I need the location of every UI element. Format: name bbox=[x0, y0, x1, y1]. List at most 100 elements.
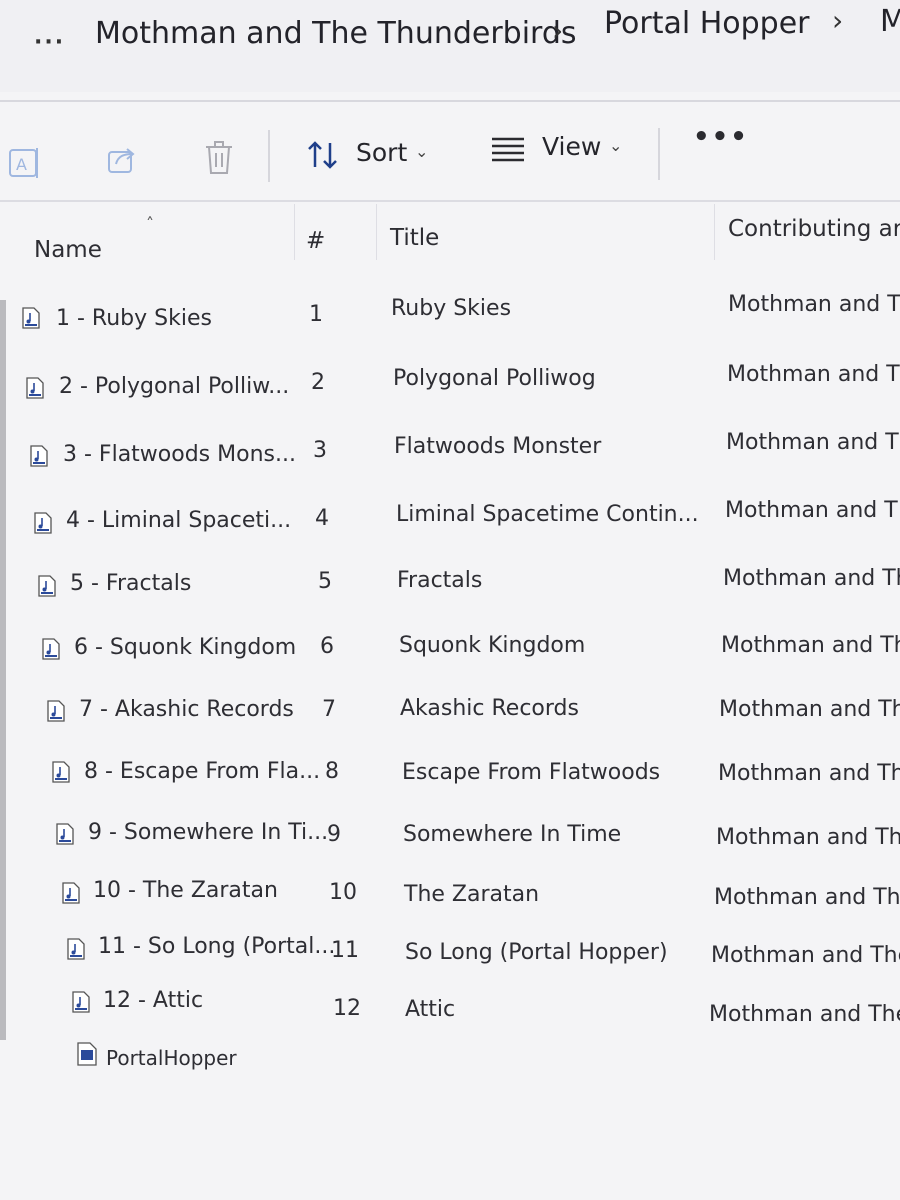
column-separator[interactable] bbox=[294, 204, 295, 260]
breadcrumb-overflow-button[interactable]: ··· bbox=[34, 30, 65, 55]
contributing-artist: Mothman and Th bbox=[723, 566, 900, 591]
track-title: Polygonal Polliwog bbox=[393, 366, 596, 391]
column-header-contributing-artists[interactable]: Contributing ar bbox=[728, 216, 900, 242]
music-file-icon bbox=[62, 882, 80, 904]
track-title: Attic bbox=[405, 997, 456, 1022]
file-name[interactable]: 8 - Escape From Fla... bbox=[84, 759, 320, 784]
music-file-icon bbox=[72, 991, 90, 1013]
chevron-down-icon: ⌄ bbox=[609, 136, 623, 155]
track-number: 7 bbox=[322, 697, 336, 722]
table-row[interactable]: 12 - Attic 12 Attic Mothman and The bbox=[0, 988, 900, 1048]
track-number: 4 bbox=[315, 506, 329, 531]
view-button[interactable]: View bbox=[542, 132, 601, 161]
file-name[interactable]: 3 - Flatwoods Mons... bbox=[63, 442, 296, 467]
track-title: Escape From Flatwoods bbox=[402, 760, 661, 785]
music-file-icon bbox=[30, 445, 48, 467]
track-number: 1 bbox=[309, 302, 323, 327]
file-name[interactable]: PortalHopper bbox=[106, 1046, 237, 1070]
music-file-icon bbox=[42, 638, 60, 660]
column-header-name[interactable]: Name bbox=[34, 237, 102, 263]
music-file-icon bbox=[26, 377, 44, 399]
sort-ascending-indicator-icon: ˄ bbox=[146, 214, 154, 233]
music-file-icon bbox=[47, 700, 65, 722]
svg-text:A: A bbox=[16, 155, 27, 174]
contributing-artist: Mothman and T bbox=[727, 362, 900, 387]
trash-icon[interactable] bbox=[204, 140, 234, 180]
view-lines-icon[interactable] bbox=[490, 136, 526, 166]
track-title: Akashic Records bbox=[400, 696, 579, 721]
sort-arrows-icon[interactable] bbox=[306, 140, 340, 174]
contributing-artist: Mothman and T bbox=[728, 292, 900, 317]
table-row[interactable]: PortalHopper bbox=[0, 1040, 900, 1100]
table-row[interactable]: 4 - Liminal Spaceti... 4 Liminal Spaceti… bbox=[0, 498, 900, 560]
sort-button[interactable]: Sort bbox=[356, 138, 407, 167]
divider bbox=[0, 100, 900, 102]
column-header-title[interactable]: Title bbox=[390, 225, 439, 251]
file-name[interactable]: 1 - Ruby Skies bbox=[56, 306, 212, 331]
table-row[interactable]: 10 - The Zaratan 10 The Zaratan Mothman … bbox=[0, 878, 900, 938]
track-number: 5 bbox=[318, 569, 332, 594]
contributing-artist: Mothman and T bbox=[725, 498, 898, 523]
file-name[interactable]: 11 - So Long (Portal... bbox=[98, 934, 335, 959]
contributing-artist: Mothman and T bbox=[726, 430, 899, 455]
file-name[interactable]: 9 - Somewhere In Ti... bbox=[88, 820, 328, 845]
contributing-artist: Mothman and The bbox=[711, 943, 900, 968]
contributing-artist: Mothman and The bbox=[718, 761, 900, 786]
contributing-artist: Mothman and Th bbox=[719, 697, 900, 722]
table-row[interactable]: 7 - Akashic Records 7 Akashic Records Mo… bbox=[0, 693, 900, 753]
column-header-number[interactable]: # bbox=[306, 228, 325, 254]
track-number: 2 bbox=[311, 370, 325, 395]
file-name[interactable]: 4 - Liminal Spaceti... bbox=[66, 508, 291, 533]
track-title: Ruby Skies bbox=[391, 296, 512, 321]
track-number: 8 bbox=[325, 759, 339, 784]
table-row[interactable]: 5 - Fractals 5 Fractals Mothman and Th bbox=[0, 565, 900, 625]
table-row[interactable]: 2 - Polygonal Polliw... 2 Polygonal Poll… bbox=[0, 360, 900, 420]
track-title: Somewhere In Time bbox=[403, 822, 622, 847]
music-file-icon bbox=[56, 823, 74, 845]
chevron-right-icon: › bbox=[832, 4, 844, 37]
track-title: So Long (Portal Hopper) bbox=[405, 940, 668, 965]
track-number: 11 bbox=[331, 938, 359, 963]
track-number: 12 bbox=[333, 996, 361, 1021]
file-name[interactable]: 7 - Akashic Records bbox=[79, 697, 294, 722]
music-file-icon bbox=[52, 761, 70, 783]
rename-icon[interactable]: A bbox=[8, 146, 42, 184]
contributing-artist: Mothman and The bbox=[714, 885, 900, 910]
breadcrumb-item-next[interactable]: M bbox=[880, 4, 900, 39]
music-file-icon bbox=[67, 938, 85, 960]
breadcrumb-item-album[interactable]: Portal Hopper bbox=[604, 6, 810, 41]
track-title: The Zaratan bbox=[404, 882, 540, 907]
table-row[interactable]: 3 - Flatwoods Mons... 3 Flatwoods Monste… bbox=[0, 430, 900, 490]
table-row[interactable]: 6 - Squonk Kingdom 6 Squonk Kingdom Moth… bbox=[0, 630, 900, 690]
music-file-icon bbox=[38, 575, 56, 597]
file-name[interactable]: 12 - Attic bbox=[103, 988, 203, 1013]
track-title: Liminal Spacetime Contin... bbox=[396, 502, 699, 527]
track-title: Flatwoods Monster bbox=[394, 434, 602, 459]
table-row[interactable]: 11 - So Long (Portal... 11 So Long (Port… bbox=[0, 934, 900, 994]
image-file-icon bbox=[77, 1042, 97, 1066]
music-file-icon bbox=[34, 512, 52, 534]
column-separator[interactable] bbox=[714, 204, 715, 260]
chevron-right-icon: › bbox=[552, 14, 564, 47]
column-separator[interactable] bbox=[376, 204, 377, 260]
track-number: 3 bbox=[313, 438, 327, 463]
share-icon[interactable] bbox=[106, 142, 138, 180]
track-title: Fractals bbox=[397, 568, 483, 593]
file-name[interactable]: 10 - The Zaratan bbox=[93, 878, 278, 903]
track-number: 9 bbox=[327, 822, 341, 847]
track-number: 10 bbox=[329, 880, 357, 905]
contributing-artist: Mothman and The bbox=[716, 825, 900, 850]
file-name[interactable]: 2 - Polygonal Polliw... bbox=[59, 374, 289, 399]
file-name[interactable]: 5 - Fractals bbox=[70, 571, 191, 596]
contributing-artist: Mothman and The bbox=[709, 1002, 900, 1027]
table-row[interactable]: 9 - Somewhere In Ti... 9 Somewhere In Ti… bbox=[0, 818, 900, 878]
breadcrumb-item-artist[interactable]: Mothman and The Thunderbirds bbox=[95, 16, 577, 51]
track-title: Squonk Kingdom bbox=[399, 633, 586, 658]
track-number: 6 bbox=[320, 634, 334, 659]
music-file-icon bbox=[22, 307, 40, 329]
file-name[interactable]: 6 - Squonk Kingdom bbox=[74, 635, 296, 660]
more-options-button[interactable]: ••• bbox=[693, 122, 749, 152]
table-row[interactable]: 8 - Escape From Fla... 8 Escape From Fla… bbox=[0, 756, 900, 816]
contributing-artist: Mothman and Th bbox=[721, 633, 900, 658]
table-row[interactable]: 1 - Ruby Skies 1 Ruby Skies Mothman and … bbox=[0, 290, 900, 350]
